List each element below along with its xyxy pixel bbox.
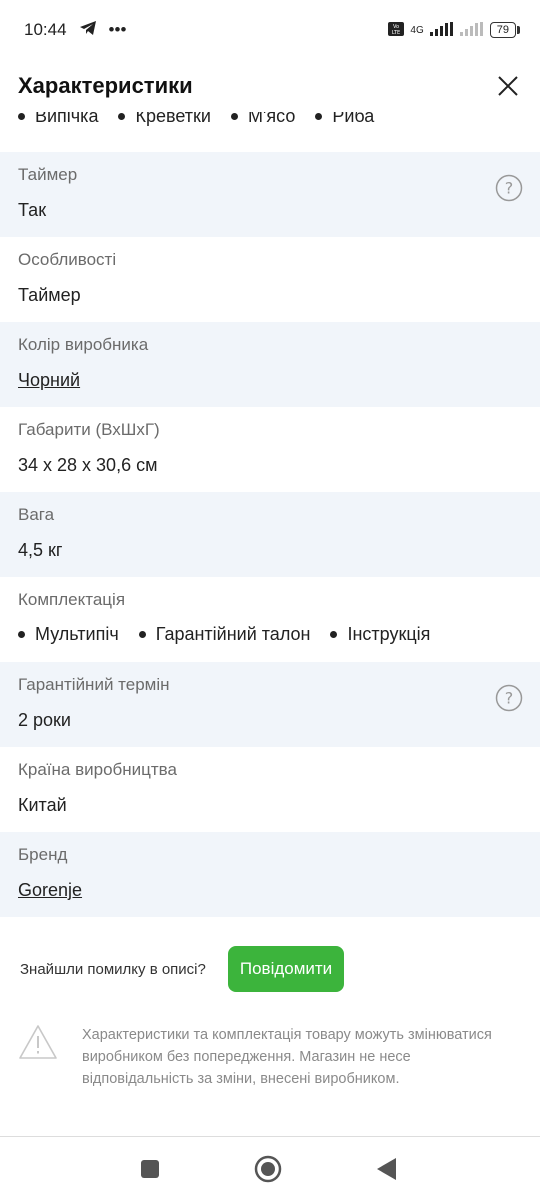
help-icon[interactable]: ? (495, 174, 523, 202)
spec-label: Гарантійний термін (18, 675, 170, 694)
spec-label: Вага (18, 505, 55, 524)
close-button[interactable] (494, 72, 522, 100)
network-type: 4G (410, 24, 424, 36)
list-item: Креветки (118, 112, 211, 127)
spec-row-weight: Вага 4,5 кг (0, 492, 540, 577)
list-item: Гарантійний талон (138, 624, 310, 645)
spec-row-timer: Таймер Так ? (0, 152, 540, 237)
warning-icon (19, 1025, 57, 1059)
report-error-section: Знайшли помилку в описі? Повідомити (0, 944, 540, 994)
spec-label: Бренд (18, 845, 68, 864)
spec-row-brand: Бренд Gorenje (0, 832, 540, 917)
spec-label: Габарити (ВхШхГ) (18, 420, 160, 439)
status-right: Vo LTE 4G 79 (388, 21, 521, 39)
specs-list: Таймер Так ? Особливості Таймер Колір ви… (0, 152, 540, 917)
disclaimer-text: Характеристики та комплектація товару мо… (82, 1027, 492, 1087)
back-button[interactable] (372, 1155, 400, 1183)
system-nav-bar (0, 1136, 540, 1201)
svg-text:?: ? (505, 179, 514, 198)
status-left: 10:44 ••• (24, 20, 126, 41)
list-item: Мультипіч (18, 624, 119, 645)
package-items-list: Мультипіч Гарантійний талон Інструкція (18, 624, 522, 645)
spec-value: 2 роки (18, 710, 71, 730)
spec-label: Особливості (18, 250, 117, 269)
home-button[interactable] (254, 1155, 282, 1183)
close-icon (498, 76, 518, 96)
spec-value: Китай (18, 795, 67, 815)
page-title: Характеристики (18, 73, 193, 98)
spec-label: Країна виробництва (18, 760, 177, 779)
square-icon (141, 1160, 159, 1178)
scrolled-partial-row: Випічка Креветки М'ясо Риба (0, 112, 540, 152)
report-error-text: Знайшли помилку в описі? (20, 960, 206, 978)
spec-row-package: Комплектація Мультипіч Гарантійний талон… (0, 577, 540, 662)
list-item: Риба (315, 112, 374, 127)
battery-indicator: 79 (489, 22, 521, 38)
back-triangle-icon (377, 1158, 396, 1180)
spec-row-country: Країна виробництва Китай (0, 747, 540, 832)
spec-value: 34 x 28 x 30,6 см (18, 455, 158, 475)
spec-value: 4,5 кг (18, 540, 63, 560)
status-time: 10:44 (24, 20, 67, 39)
spec-row-dimensions: Габарити (ВхШхГ) 34 x 28 x 30,6 см (0, 407, 540, 492)
list-item: Інструкція (330, 624, 430, 645)
help-icon[interactable]: ? (495, 684, 523, 712)
spec-value: Таймер (18, 285, 81, 305)
list-item: Випічка (18, 112, 98, 127)
home-circle-icon (254, 1155, 282, 1183)
volte-icon: Vo LTE (388, 21, 405, 39)
spec-label: Комплектація (18, 590, 126, 609)
spec-row-color: Колір виробника Чорний (0, 322, 540, 407)
telegram-icon (79, 20, 97, 41)
cut-items-list: Випічка Креветки М'ясо Риба (18, 112, 374, 127)
list-item: М'ясо (230, 112, 295, 127)
status-bar: 10:44 ••• Vo LTE 4G 79 (0, 0, 540, 60)
sheet-header: Характеристики (0, 60, 540, 112)
spec-label: Колір виробника (18, 335, 149, 354)
color-link[interactable]: Чорний (18, 369, 522, 391)
more-notifications-icon: ••• (108, 20, 127, 39)
svg-text:LTE: LTE (392, 30, 400, 36)
brand-link[interactable]: Gorenje (18, 879, 522, 901)
spec-row-warranty: Гарантійний термін 2 роки ? (0, 662, 540, 747)
signal-2-icon (459, 21, 484, 39)
spec-row-features: Особливості Таймер (0, 237, 540, 322)
disclaimer: Характеристики та комплектація товару мо… (18, 1024, 522, 1090)
spec-value: Так (18, 200, 47, 220)
spec-label: Таймер (18, 165, 78, 184)
svg-text:?: ? (505, 689, 514, 708)
report-button[interactable]: Повідомити (227, 946, 345, 992)
recent-apps-button[interactable] (136, 1155, 164, 1183)
signal-icon (429, 21, 454, 39)
